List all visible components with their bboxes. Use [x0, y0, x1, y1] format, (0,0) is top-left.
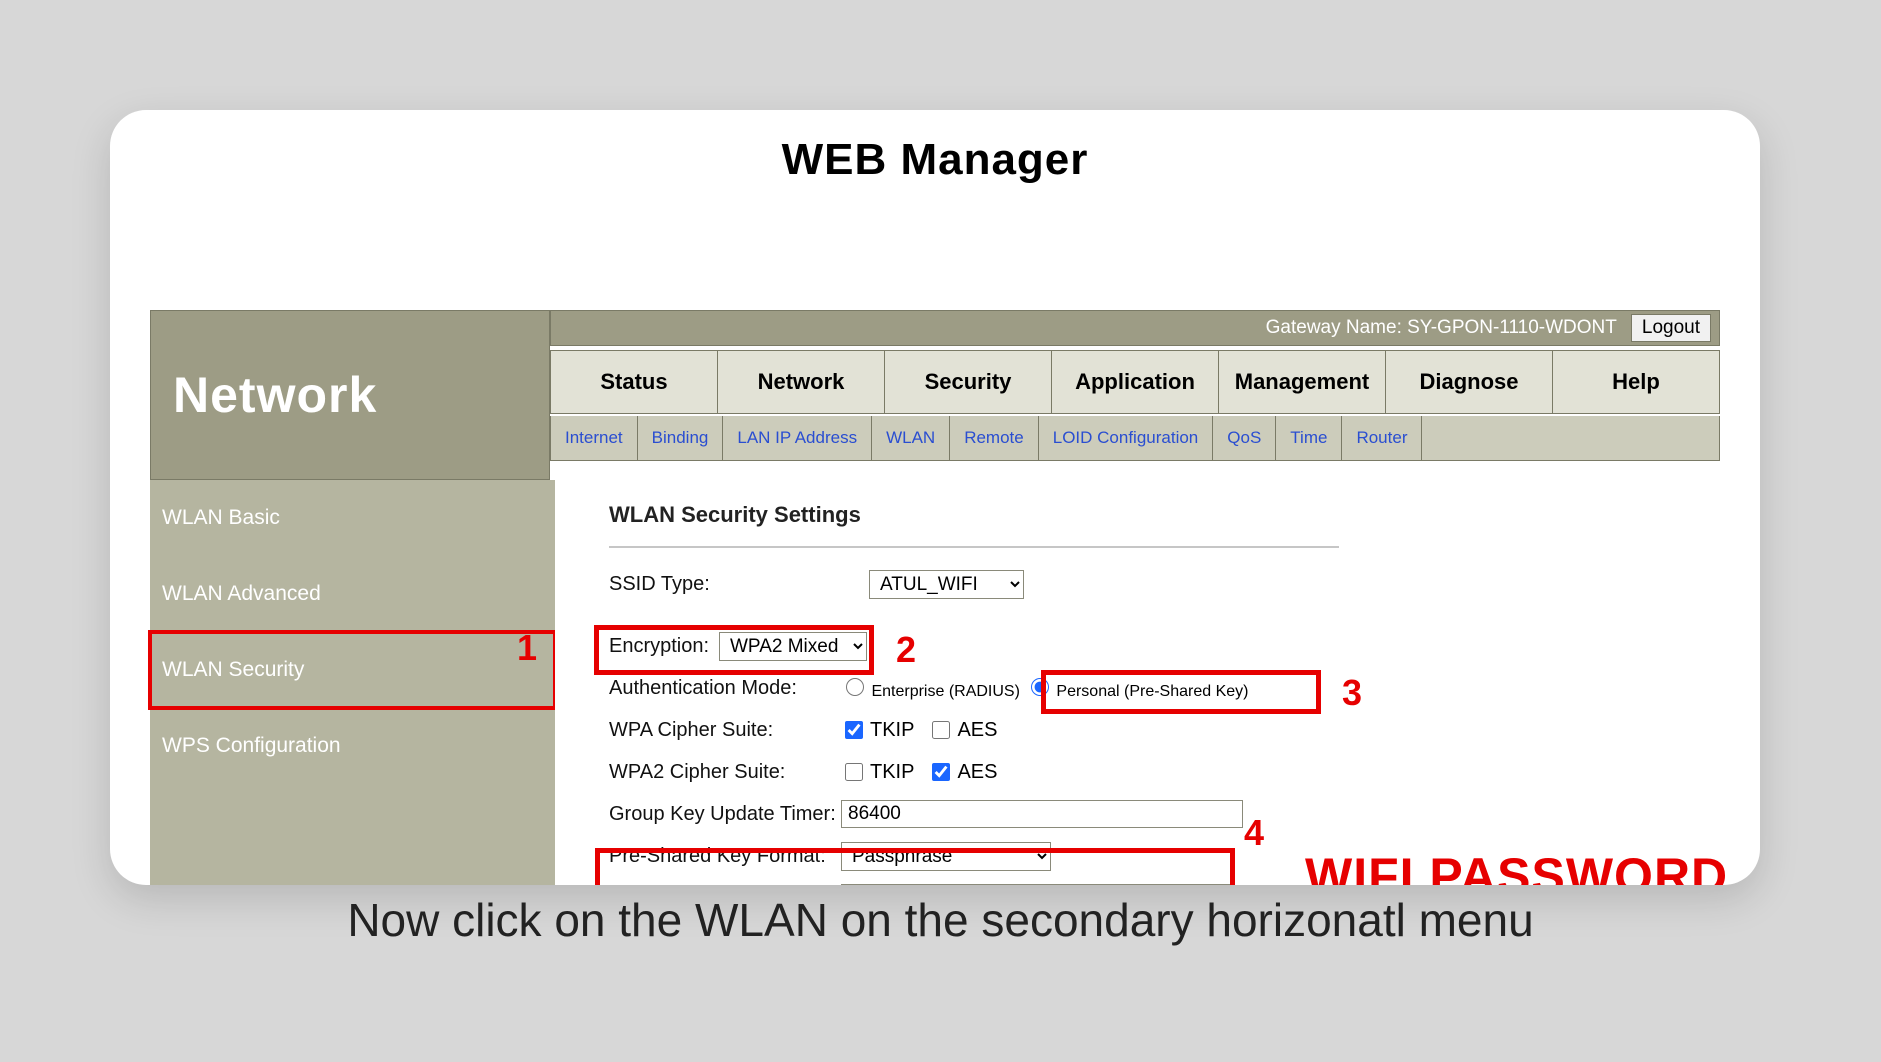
secondary-menu-fill — [1422, 416, 1719, 460]
primary-menu-diagnose[interactable]: Diagnose — [1386, 351, 1553, 413]
side-menu-wlan-advanced[interactable]: WLAN Advanced — [150, 556, 555, 632]
select-ssid-type[interactable]: ATUL_WIFI — [869, 570, 1024, 599]
wifi-password-label: WIFI PASSWORD — [1305, 847, 1728, 885]
radio-auth-personal[interactable] — [1031, 678, 1049, 696]
checkbox-wpa2-tkip[interactable] — [845, 763, 863, 781]
input-group-key-timer[interactable] — [841, 800, 1243, 828]
page-title: WEB Manager — [782, 135, 1089, 185]
side-menu-wps-config[interactable]: WPS Configuration — [150, 708, 555, 784]
row-wpa-cipher: WPA Cipher Suite: TKIP AES — [609, 712, 1720, 748]
label-gkt: Group Key Update Timer: — [609, 803, 841, 826]
callout-number-3: 3 — [1342, 672, 1362, 714]
secondary-menu-remote[interactable]: Remote — [950, 416, 1039, 460]
callout-number-2: 2 — [896, 629, 916, 671]
app-window: WEB Manager Gateway Name: SY-GPON-1110-W… — [110, 110, 1760, 885]
logout-button[interactable]: Logout — [1631, 314, 1711, 342]
label-ssid-type: SSID Type: — [609, 573, 869, 596]
primary-menu: Status Network Security Application Mana… — [550, 350, 1720, 414]
primary-menu-management[interactable]: Management — [1219, 351, 1386, 413]
divider — [609, 546, 1339, 548]
row-wpa2-cipher: WPA2 Cipher Suite: TKIP AES — [609, 754, 1720, 790]
primary-menu-application[interactable]: Application — [1052, 351, 1219, 413]
secondary-menu-binding[interactable]: Binding — [638, 416, 724, 460]
secondary-menu-qos[interactable]: QoS — [1213, 416, 1276, 460]
wpa2-aes-text: AES — [957, 761, 997, 784]
content-panel: WLAN Security Settings SSID Type: ATUL_W… — [555, 480, 1720, 885]
title-bar: WEB Manager — [110, 110, 1760, 210]
label-wpa-cipher: WPA Cipher Suite: — [609, 719, 841, 742]
wpa2-aes-label[interactable]: AES — [928, 760, 997, 784]
row-auth-mode: Authentication Mode: Enterprise (RADIUS)… — [609, 670, 1720, 706]
checkbox-wpa2-aes[interactable] — [932, 763, 950, 781]
network-header-block: Network — [150, 310, 550, 480]
auth-enterprise-text: Enterprise (RADIUS) — [871, 683, 1019, 700]
label-wpa2-cipher: WPA2 Cipher Suite: — [609, 761, 841, 784]
label-psk-format: Pre-Shared Key Format: — [609, 845, 841, 868]
section-title: WLAN Security Settings — [609, 502, 1720, 528]
gateway-bar: Gateway Name: SY-GPON-1110-WDONT Logout — [550, 310, 1720, 346]
row-encryption: Encryption: WPA2 Mixed — [609, 628, 1720, 664]
input-pre-shared-key[interactable] — [841, 884, 1235, 885]
instruction-caption: Now click on the WLAN on the secondary h… — [0, 893, 1881, 947]
primary-menu-security[interactable]: Security — [885, 351, 1052, 413]
select-psk-format[interactable]: Passphrase — [841, 842, 1051, 871]
secondary-menu-lanip[interactable]: LAN IP Address — [723, 416, 872, 460]
secondary-menu-time[interactable]: Time — [1276, 416, 1342, 460]
secondary-menu-loid[interactable]: LOID Configuration — [1039, 416, 1214, 460]
auth-personal-text: Personal (Pre-Shared Key) — [1056, 683, 1248, 700]
side-menu-wlan-security[interactable]: WLAN Security — [150, 632, 555, 708]
secondary-menu: Internet Binding LAN IP Address WLAN Rem… — [550, 416, 1720, 461]
wpa-aes-label[interactable]: AES — [928, 718, 997, 742]
wpa2-tkip-text: TKIP — [870, 761, 914, 784]
auth-enterprise-label[interactable]: Enterprise (RADIUS) — [841, 675, 1020, 701]
callout-number-1: 1 — [517, 627, 537, 669]
wpa2-tkip-label[interactable]: TKIP — [841, 760, 914, 784]
label-auth-mode: Authentication Mode: — [609, 677, 841, 700]
row-ssid-type: SSID Type: ATUL_WIFI — [609, 566, 1720, 602]
primary-menu-help[interactable]: Help — [1553, 351, 1719, 413]
wpa-aes-text: AES — [957, 719, 997, 742]
wpa-tkip-text: TKIP — [870, 719, 914, 742]
side-menu-wlan-basic[interactable]: WLAN Basic — [150, 480, 555, 556]
secondary-menu-router[interactable]: Router — [1342, 416, 1422, 460]
checkbox-wpa-tkip[interactable] — [845, 721, 863, 739]
select-encryption[interactable]: WPA2 Mixed — [719, 632, 867, 661]
network-header-title: Network — [173, 366, 377, 424]
row-gkt: Group Key Update Timer: — [609, 796, 1720, 832]
checkbox-wpa-aes[interactable] — [932, 721, 950, 739]
primary-menu-status[interactable]: Status — [551, 351, 718, 413]
gateway-name: Gateway Name: SY-GPON-1110-WDONT — [1266, 317, 1617, 339]
label-encryption: Encryption: — [609, 635, 719, 658]
secondary-menu-internet[interactable]: Internet — [551, 416, 638, 460]
primary-menu-network[interactable]: Network — [718, 351, 885, 413]
auth-personal-label[interactable]: Personal (Pre-Shared Key) — [1026, 675, 1249, 701]
wpa-tkip-label[interactable]: TKIP — [841, 718, 914, 742]
side-menu: WLAN Basic WLAN Advanced WLAN Security W… — [150, 480, 555, 885]
callout-number-4: 4 — [1244, 812, 1264, 854]
secondary-menu-wlan[interactable]: WLAN — [872, 416, 950, 460]
radio-auth-enterprise[interactable] — [846, 678, 864, 696]
